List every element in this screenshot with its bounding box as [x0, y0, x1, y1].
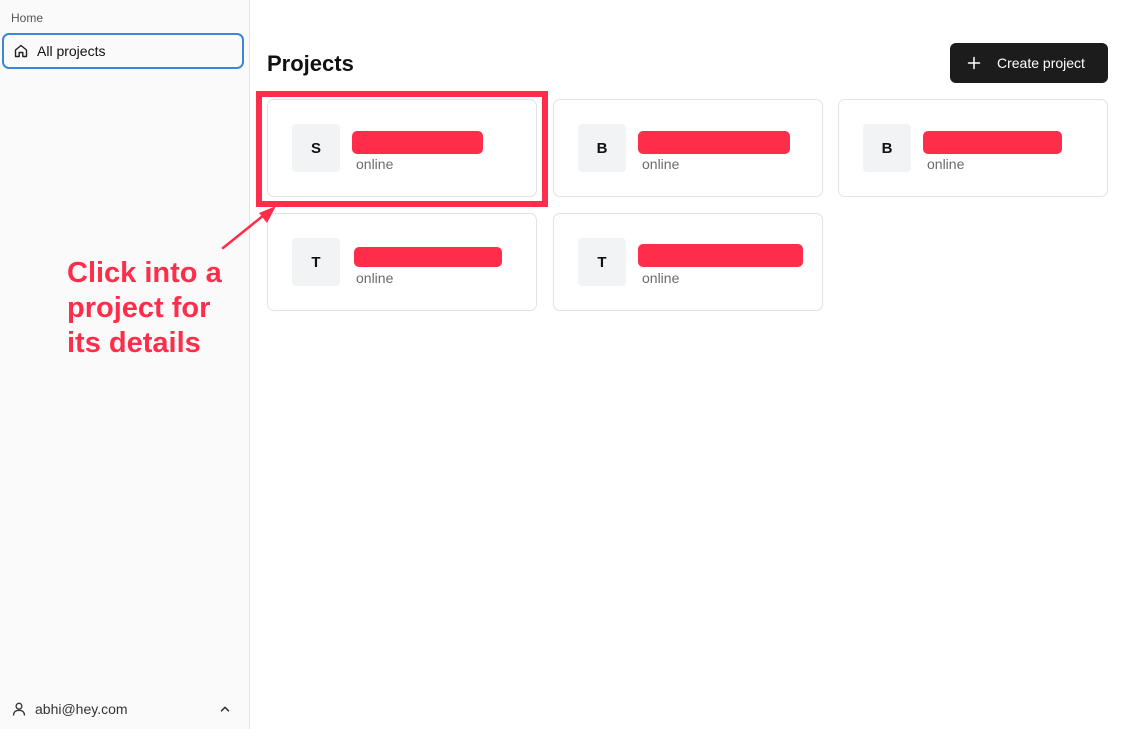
project-status: online	[356, 270, 394, 286]
project-name-redacted	[638, 244, 803, 267]
sidebar-section-label: Home	[11, 11, 44, 25]
project-card[interactable]: T online	[267, 213, 537, 311]
project-name-redacted	[354, 247, 502, 267]
project-avatar: T	[578, 238, 626, 286]
sidebar-item-all-projects[interactable]: All projects	[2, 33, 244, 69]
project-card[interactable]: B online	[553, 99, 823, 197]
project-card[interactable]: T online	[553, 213, 823, 311]
project-avatar: T	[292, 238, 340, 286]
project-status: online	[356, 156, 394, 172]
user-icon	[11, 701, 27, 717]
create-project-label: Create project	[997, 55, 1085, 71]
user-menu[interactable]: abhi@hey.com	[0, 689, 249, 729]
project-name-redacted	[638, 131, 790, 154]
project-card[interactable]: B online	[838, 99, 1108, 197]
project-status: online	[642, 270, 680, 286]
project-status: online	[642, 156, 680, 172]
app-root: Home All projects abhi@hey.com Projects …	[0, 0, 1121, 729]
project-name-redacted	[352, 131, 483, 154]
project-avatar: B	[863, 124, 911, 172]
project-name-redacted	[923, 131, 1062, 154]
project-status: online	[927, 156, 965, 172]
plus-icon	[967, 56, 981, 70]
chevron-up-icon[interactable]	[218, 702, 232, 716]
home-icon	[13, 43, 29, 59]
sidebar-item-label: All projects	[37, 43, 106, 59]
page-title: Projects	[267, 51, 354, 76]
sidebar: Home All projects abhi@hey.com	[0, 0, 250, 729]
user-email: abhi@hey.com	[35, 701, 128, 717]
project-card[interactable]: S online	[267, 99, 537, 197]
project-avatar: S	[292, 124, 340, 172]
project-avatar: B	[578, 124, 626, 172]
create-project-button[interactable]: Create project	[950, 43, 1108, 83]
